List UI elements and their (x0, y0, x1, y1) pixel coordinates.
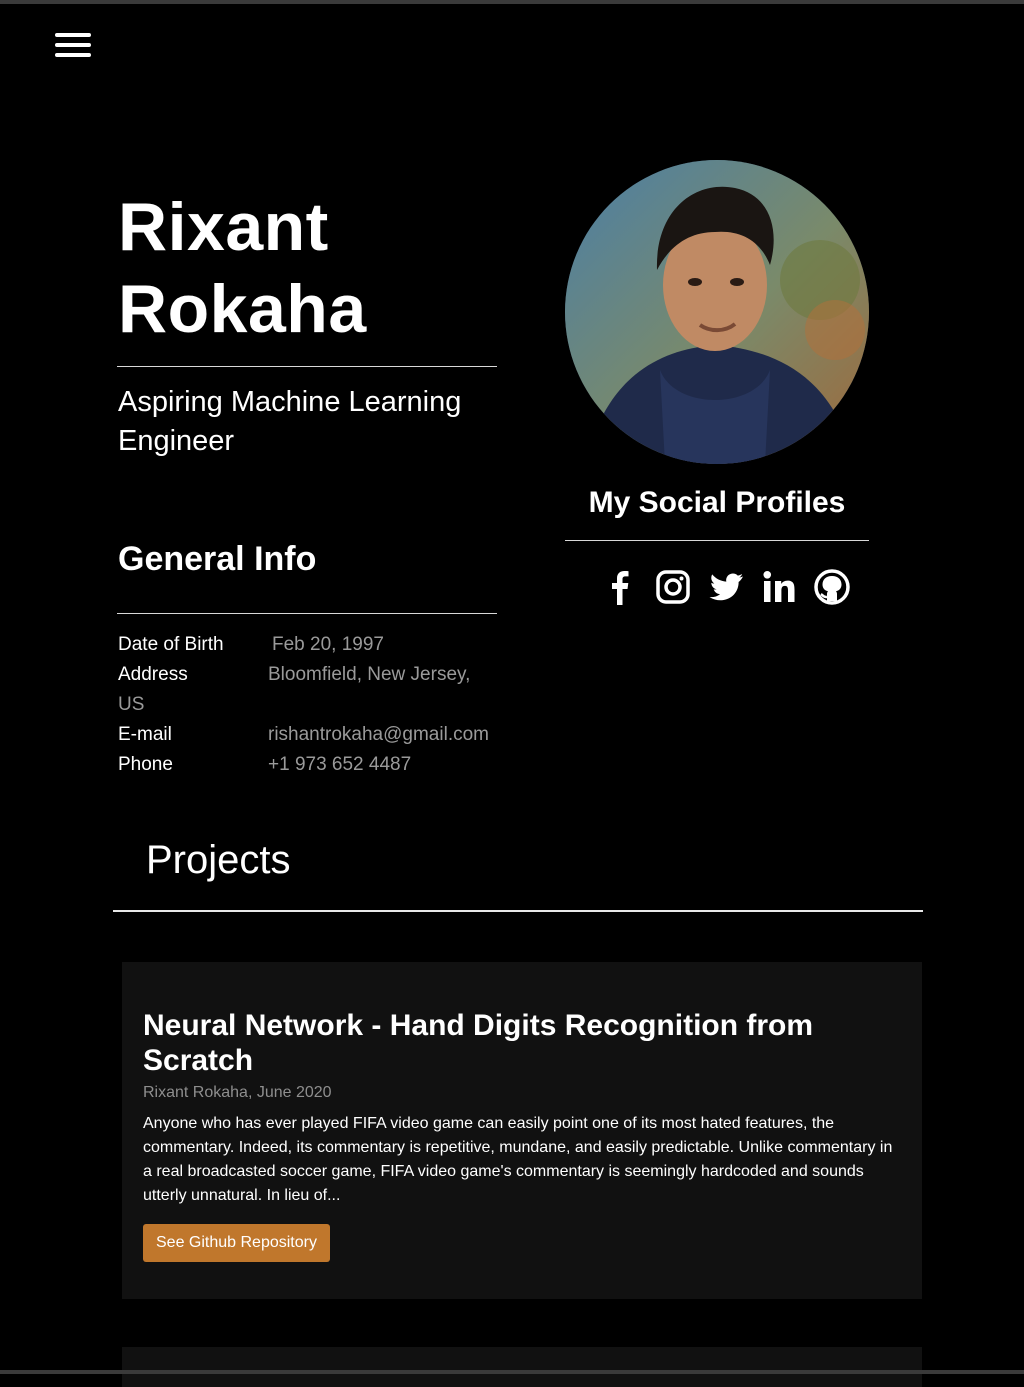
social-profiles-title: My Social Profiles (588, 486, 846, 519)
name-divider (117, 366, 497, 367)
info-label: Phone (118, 754, 173, 775)
instagram-icon[interactable] (653, 567, 693, 607)
info-value: Bloomfield, New Jersey, (268, 664, 471, 685)
twitter-icon[interactable] (706, 567, 746, 607)
profile-photo (565, 160, 869, 464)
bottom-border (0, 1370, 1024, 1374)
project-card: Neural Network - Hand Digits Recognition… (122, 962, 922, 1299)
linkedin-icon[interactable] (759, 567, 799, 607)
projects-divider (113, 910, 923, 912)
github-icon[interactable] (812, 567, 852, 607)
social-icons (600, 567, 860, 609)
projects-title: Projects (146, 838, 291, 882)
person-name: Rixant Rokaha (118, 186, 367, 350)
project-meta: Rixant Rokaha, June 2020 (143, 1084, 332, 1101)
facebook-icon[interactable] (600, 567, 640, 607)
see-github-repository-button[interactable]: See Github Repository (143, 1224, 330, 1262)
first-name: Rixant (118, 189, 329, 265)
project-title: Neural Network - Hand Digits Recognition… (143, 1009, 814, 1077)
general-info-divider (117, 613, 497, 614)
general-info-title: General Info (118, 540, 317, 578)
info-label: Date of Birth (118, 634, 224, 655)
info-value-continued: US (118, 694, 145, 715)
top-border (0, 0, 1024, 4)
hamburger-menu-icon[interactable] (55, 33, 91, 57)
info-value: Feb 20, 1997 (272, 634, 384, 655)
info-label: Address (118, 664, 188, 685)
project-card-next (122, 1347, 922, 1387)
project-excerpt: Anyone who has ever played FIFA video ga… (143, 1115, 893, 1204)
info-value[interactable]: +1 973 652 4487 (268, 750, 411, 780)
social-divider (565, 540, 869, 541)
role-title: Aspiring Machine Learning Engineer (118, 386, 462, 457)
info-label: E-mail (118, 724, 172, 745)
info-value[interactable]: rishantrokaha@gmail.com (268, 720, 489, 750)
last-name: Rokaha (118, 271, 367, 347)
profile-photo-illustration (565, 160, 869, 464)
